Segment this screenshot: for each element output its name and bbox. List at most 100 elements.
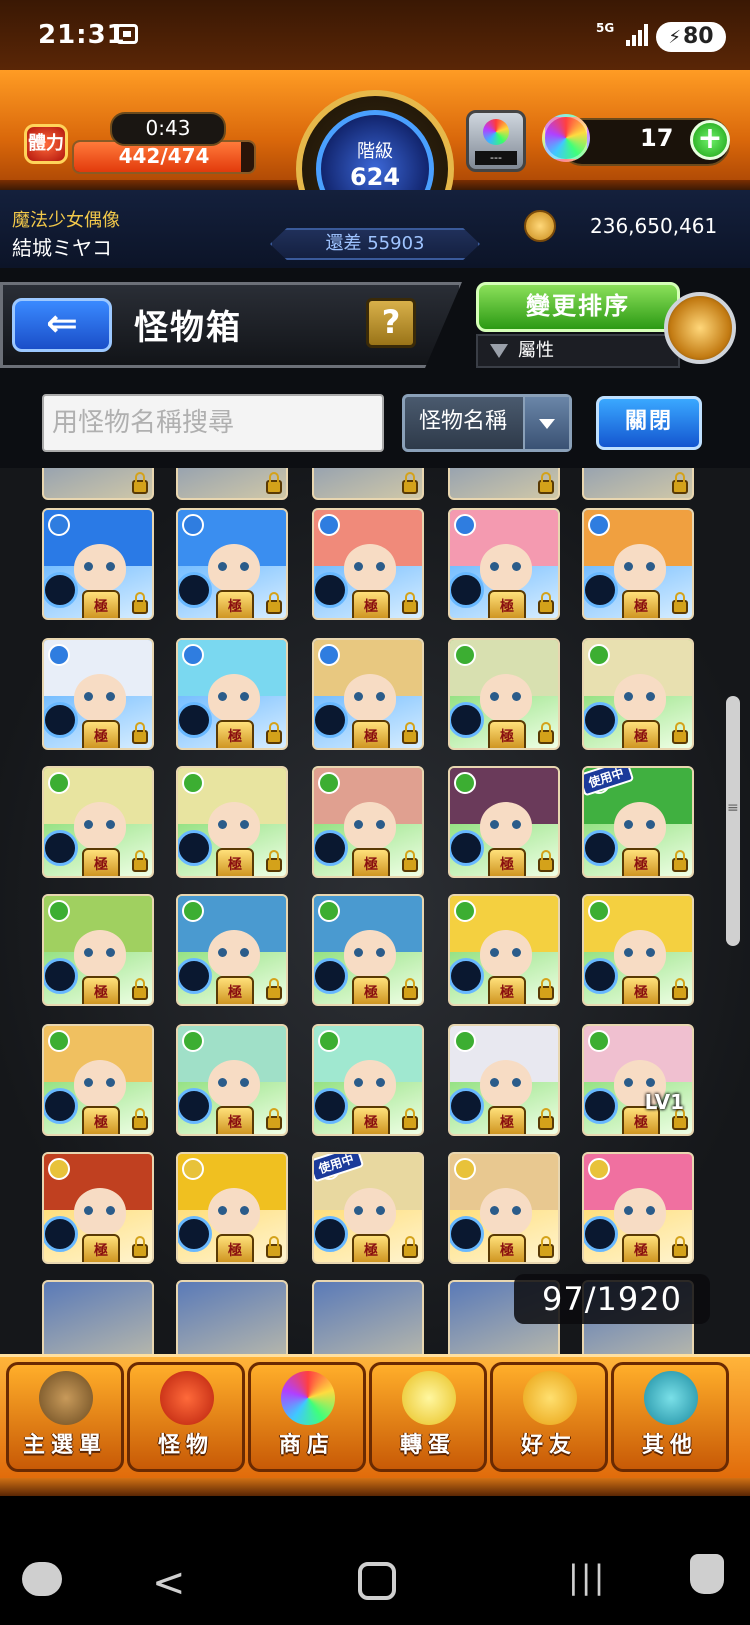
monster-grid[interactable]: 極極極極極極極極極極極極極極極使用中極極極極極極極極極極 LV1 極極極使用中極極 — [0, 468, 750, 1354]
monster-card[interactable]: 極 — [448, 508, 560, 620]
help-button[interactable]: ? — [366, 298, 416, 348]
monster-card[interactable]: 極 — [582, 894, 694, 1006]
monster-card[interactable] — [176, 468, 288, 500]
monster-card[interactable]: 極 — [176, 638, 288, 750]
monster-card[interactable]: 極 — [176, 1152, 288, 1264]
egg-counter: --- — [475, 151, 517, 165]
element-icon — [454, 900, 476, 922]
monster-card[interactable]: 極 — [448, 1152, 560, 1264]
monster-eye — [512, 562, 521, 571]
monster-face — [480, 674, 532, 722]
monster-eye — [106, 562, 115, 571]
screenshot-icon — [116, 24, 138, 44]
ability-icon — [44, 1216, 78, 1252]
storage-orb-icon[interactable] — [664, 292, 736, 364]
monster-card[interactable]: 極 — [176, 766, 288, 878]
monster-card[interactable]: 極 — [582, 638, 694, 750]
search-input[interactable] — [42, 394, 384, 452]
nav-button[interactable]: 轉蛋 — [369, 1362, 487, 1472]
nav-button[interactable]: 商店 — [248, 1362, 366, 1472]
monster-eye — [106, 1206, 115, 1215]
monster-card[interactable]: 極 — [312, 766, 424, 878]
monster-card[interactable]: 極 — [582, 1152, 694, 1264]
monster-card[interactable]: 極 — [42, 1152, 154, 1264]
monster-eye — [512, 820, 521, 829]
nav-label: 其他 — [641, 1433, 698, 1458]
monster-card[interactable]: 極 — [176, 894, 288, 1006]
search-filter-select[interactable]: 怪物名稱 — [402, 394, 572, 452]
element-icon — [48, 514, 70, 536]
diamond-icon — [644, 1371, 698, 1425]
monster-eye — [240, 562, 249, 571]
sort-mode-indicator[interactable]: 屬性 — [476, 334, 680, 368]
monster-card[interactable]: 極 — [176, 1024, 288, 1136]
sort-mode-label: 屬性 — [518, 340, 554, 361]
monster-card[interactable] — [312, 1280, 424, 1354]
lock-icon — [402, 978, 418, 1000]
monster-card[interactable]: 極 — [312, 508, 424, 620]
monster-card[interactable]: 極 — [312, 638, 424, 750]
game-tools-icon[interactable] — [22, 1562, 62, 1596]
stamina-icon: 體力 — [24, 124, 68, 164]
monster-card[interactable]: 極 — [42, 508, 154, 620]
monster-card[interactable]: 極 — [582, 508, 694, 620]
ability-icon — [314, 702, 348, 738]
egg-counter-icon[interactable]: --- — [466, 110, 526, 172]
max-rank-badge: 極 — [216, 1234, 254, 1262]
touch-lock-icon[interactable] — [690, 1554, 724, 1594]
lock-icon — [402, 850, 418, 872]
rank-number: 624 — [349, 163, 401, 191]
monster-card[interactable]: 極 LV1 — [582, 1024, 694, 1136]
monster-card[interactable]: 極 — [312, 1024, 424, 1136]
monster-card[interactable]: 極 — [448, 766, 560, 878]
nav-label: 主選單 — [22, 1433, 107, 1458]
friends-icon — [523, 1371, 577, 1425]
monster-eye — [240, 948, 249, 957]
monster-card[interactable] — [42, 1280, 154, 1354]
monster-card[interactable] — [176, 1280, 288, 1354]
orb-icon — [542, 114, 590, 162]
recents-nav-icon[interactable]: ||| — [568, 1558, 606, 1596]
lock-icon — [538, 1236, 554, 1258]
monster-card[interactable]: 極 — [448, 894, 560, 1006]
close-search-button[interactable]: 關閉 — [596, 396, 702, 450]
monster-card[interactable] — [312, 468, 424, 500]
element-icon — [318, 772, 340, 794]
nav-button[interactable]: 其他 — [611, 1362, 729, 1472]
lock-icon — [266, 1236, 282, 1258]
change-sort-button[interactable]: 變更排序 — [476, 282, 680, 332]
monster-card[interactable]: 極 — [176, 508, 288, 620]
monster-card[interactable]: 極 — [448, 638, 560, 750]
max-rank-badge: 極 — [82, 976, 120, 1004]
max-rank-badge: 極 — [82, 1106, 120, 1134]
scrollbar-thumb[interactable] — [726, 696, 740, 946]
back-button[interactable]: ⇐ — [12, 298, 112, 352]
add-orbs-button[interactable]: + — [690, 120, 730, 160]
nav-button[interactable]: 好友 — [490, 1362, 608, 1472]
monster-card[interactable]: 極使用中 — [312, 1152, 424, 1264]
monster-card[interactable]: 極 — [448, 1024, 560, 1136]
monster-card[interactable]: 極使用中 — [582, 766, 694, 878]
level-label: LV1 — [644, 1090, 684, 1114]
lock-icon — [266, 1108, 282, 1130]
nav-label: 轉蛋 — [399, 1433, 456, 1458]
monster-card[interactable] — [448, 468, 560, 500]
element-icon — [318, 644, 340, 666]
monster-card[interactable]: 極 — [42, 894, 154, 1006]
max-rank-badge: 極 — [488, 720, 526, 748]
monster-card[interactable]: 極 — [42, 1024, 154, 1136]
nav-button[interactable]: 主選單 — [6, 1362, 124, 1472]
monster-card[interactable]: 極 — [42, 638, 154, 750]
ability-icon — [584, 572, 618, 608]
home-nav-icon[interactable] — [358, 1562, 396, 1600]
monster-card[interactable] — [582, 468, 694, 500]
monster-card[interactable] — [42, 468, 154, 500]
nav-button[interactable]: 怪物 — [127, 1362, 245, 1472]
lock-icon — [672, 592, 688, 614]
monster-eye — [218, 562, 227, 571]
back-nav-icon[interactable]: < — [152, 1560, 186, 1606]
monster-eye — [354, 1078, 363, 1087]
lock-icon — [538, 978, 554, 1000]
monster-card[interactable]: 極 — [42, 766, 154, 878]
monster-card[interactable]: 極 — [312, 894, 424, 1006]
